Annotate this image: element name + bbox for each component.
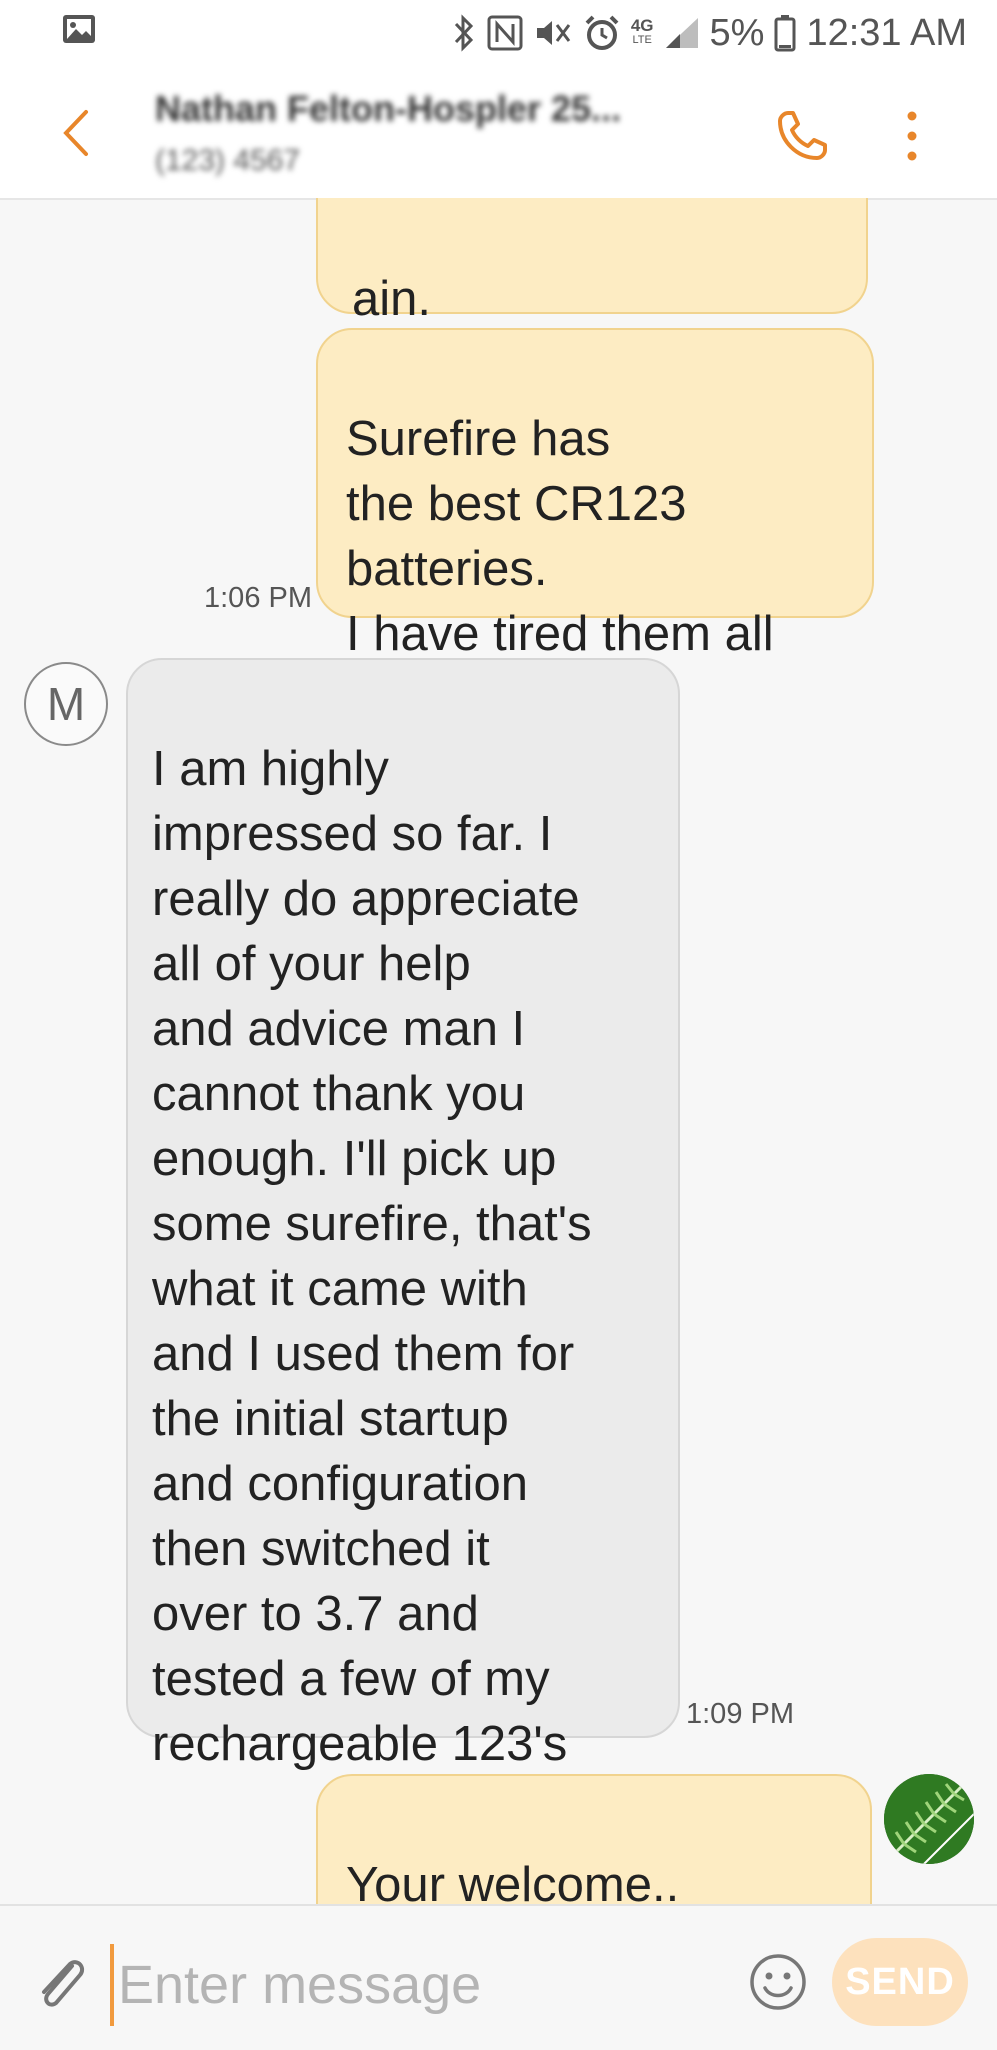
contact-avatar[interactable]: M xyxy=(24,662,108,746)
sent-message-bubble[interactable]: Surefire has the best CR123 batteries. I… xyxy=(316,328,874,661)
message-timestamp: 1:09 PM xyxy=(686,1698,794,1730)
image-icon xyxy=(63,15,95,43)
my-avatar[interactable] xyxy=(884,1774,974,1864)
network-label: 4G xyxy=(630,16,654,35)
message-composer: SEND xyxy=(0,1904,997,2050)
bluetooth-icon xyxy=(454,14,473,52)
message-timestamp: 1:06 PM xyxy=(204,582,312,614)
4g-lte-icon: 4G LTE xyxy=(630,16,654,47)
avatar-letter: M xyxy=(46,678,86,730)
conversation-header: Nathan Felton-Hospler 25... (123) 4567 xyxy=(0,66,997,200)
nfc-icon xyxy=(487,15,523,51)
received-message-bubble[interactable]: I am highly impressed so far. I really d… xyxy=(126,658,680,1771)
sent-message-bubble[interactable]: ain. xyxy=(316,198,868,326)
contact-number: (123) 4567 xyxy=(155,144,301,177)
contact-name[interactable]: Nathan Felton-Hospler 25... xyxy=(155,88,621,130)
status-bar: 4G LTE 5% 12:31 AM xyxy=(0,0,997,66)
mute-icon xyxy=(536,21,571,45)
more-options-icon[interactable] xyxy=(898,106,926,166)
text-cursor xyxy=(110,1944,114,2026)
paperclip-icon[interactable] xyxy=(32,1950,88,2014)
clock: 12:31 AM xyxy=(806,11,967,54)
phone-icon[interactable] xyxy=(774,108,830,164)
emoji-icon[interactable] xyxy=(748,1952,808,2012)
alarm-icon xyxy=(585,15,619,50)
send-button[interactable]: SEND xyxy=(832,1938,968,2026)
battery-icon xyxy=(774,15,796,52)
fern-avatar-image xyxy=(884,1774,974,1864)
message-list[interactable]: ain. Surefire has the best CR123 batteri… xyxy=(0,198,997,1904)
message-text: I am highly impressed so far. I really d… xyxy=(152,742,592,1771)
battery-percent: 5% xyxy=(709,11,765,54)
message-text: ain. xyxy=(352,272,432,326)
network-sub-label: LTE xyxy=(632,34,652,46)
sent-message-bubble[interactable]: Your welcome.. I apologize again xyxy=(316,1774,872,1904)
back-icon[interactable] xyxy=(58,108,92,158)
signal-icon xyxy=(665,18,698,48)
message-text: Your welcome.. I apologize again xyxy=(346,1858,680,1904)
message-input[interactable] xyxy=(118,1942,718,2028)
message-text: Surefire has the best CR123 batteries. I… xyxy=(346,412,774,661)
